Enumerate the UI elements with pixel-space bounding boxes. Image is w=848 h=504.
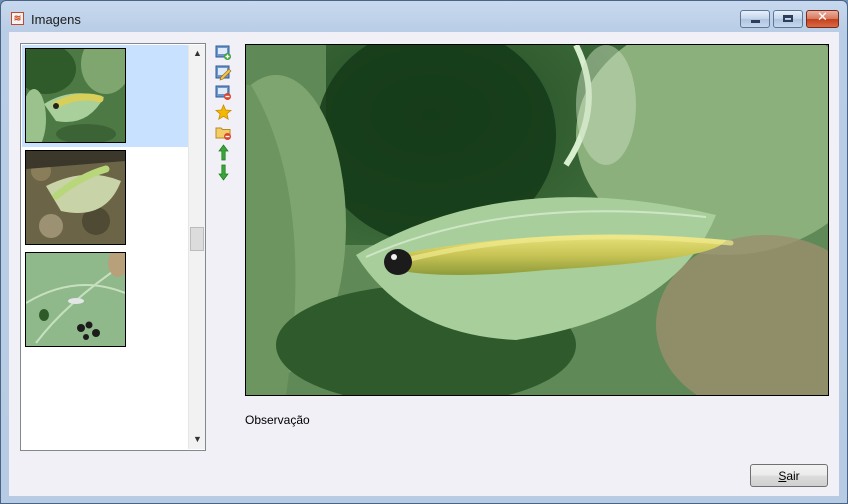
exit-button-label: air: [786, 468, 800, 483]
close-icon: ✕: [817, 10, 828, 25]
chevron-down-icon[interactable]: ▼: [189, 431, 206, 448]
window: ≋ Imagens ✕ ▲ ▼ Observação Sair: [0, 0, 848, 504]
arrow-up-icon: [218, 144, 229, 161]
client-area: ▲ ▼ Observação Sair: [9, 32, 839, 496]
thumbnail-item[interactable]: [22, 249, 188, 351]
remove-folder-button[interactable]: [215, 124, 232, 141]
chevron-up-icon[interactable]: ▲: [189, 45, 206, 62]
arrow-down-icon: [218, 164, 229, 181]
title-bar[interactable]: ≋ Imagens ✕: [1, 1, 847, 33]
close-button[interactable]: ✕: [806, 10, 839, 28]
window-title: Imagens: [31, 12, 81, 27]
thumbnail-image: [25, 252, 126, 347]
vertical-scrollbar[interactable]: ▲ ▼: [188, 45, 205, 449]
remove-folder-icon: [215, 127, 231, 140]
thumbnail-item[interactable]: [22, 45, 188, 147]
edit-image-button[interactable]: [215, 64, 232, 81]
remove-image-button[interactable]: [215, 84, 232, 101]
scrollbar-thumb[interactable]: [190, 227, 204, 251]
star-icon: [214, 103, 233, 121]
move-down-button[interactable]: [215, 164, 232, 181]
main-image-viewer: [245, 44, 829, 396]
maximize-icon: [783, 15, 793, 22]
edit-image-icon: [215, 65, 232, 81]
minimize-icon: [751, 20, 760, 23]
thumbnail-item[interactable]: [22, 147, 188, 249]
minimize-button[interactable]: [740, 10, 770, 28]
thumbnail-image: [25, 150, 126, 245]
favorite-button[interactable]: [214, 103, 233, 121]
move-up-button[interactable]: [215, 144, 232, 161]
thumbnail-image: [25, 48, 126, 143]
caterpillar-photo: [246, 45, 828, 395]
add-image-button[interactable]: [215, 44, 232, 61]
remove-image-icon: [215, 85, 231, 100]
maximize-button[interactable]: [773, 10, 803, 28]
add-image-icon: [215, 45, 231, 60]
observation-label: Observação: [245, 413, 310, 427]
app-logo-icon[interactable]: ≋: [11, 12, 24, 25]
exit-button[interactable]: Sair: [750, 464, 828, 487]
thumbnail-list[interactable]: ▲ ▼: [20, 43, 206, 451]
